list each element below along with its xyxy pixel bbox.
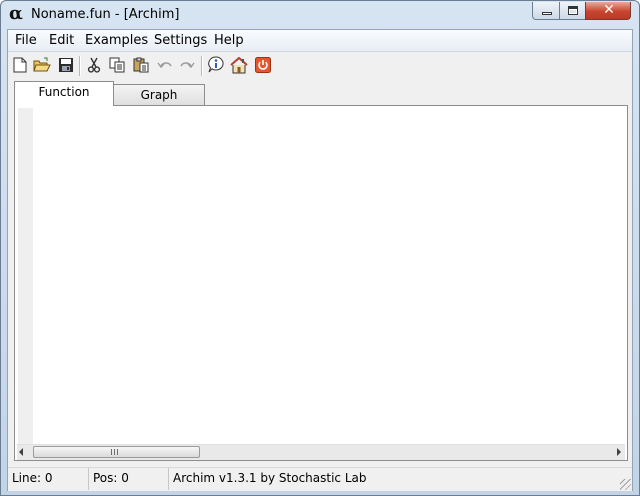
maximize-button[interactable] xyxy=(559,2,586,20)
scroll-left-icon[interactable] xyxy=(19,448,23,456)
window-title: Noname.fun - [Archim] xyxy=(31,7,180,22)
scroll-right-icon[interactable] xyxy=(617,448,621,456)
grip-icon xyxy=(111,449,119,455)
menu-help[interactable]: Help xyxy=(214,33,244,48)
menu-examples[interactable]: Examples xyxy=(85,33,148,48)
tab-function[interactable]: Function xyxy=(14,81,114,106)
close-button[interactable]: ✕ xyxy=(585,2,631,20)
save-icon[interactable] xyxy=(57,56,75,74)
menu-settings[interactable]: Settings xyxy=(154,33,207,48)
minimize-button[interactable] xyxy=(532,2,560,20)
scrollbar-thumb[interactable] xyxy=(33,446,200,458)
menu-bar: File Edit Examples Settings Help xyxy=(8,30,632,52)
resize-grip-icon[interactable] xyxy=(620,479,631,490)
status-bar: Line: 0 Pos: 0 Archim v1.3.1 by Stochast… xyxy=(8,467,632,491)
title-bar[interactable]: α Noname.fun - [Archim] ✕ xyxy=(1,1,639,29)
status-info: Archim v1.3.1 by Stochastic Lab xyxy=(173,471,367,485)
info-icon[interactable] xyxy=(207,56,225,74)
copy-icon[interactable] xyxy=(108,56,126,74)
toolbar-separator xyxy=(201,56,203,76)
function-editor[interactable] xyxy=(33,108,625,444)
close-icon: ✕ xyxy=(603,2,615,18)
function-panel xyxy=(14,105,628,461)
toolbar xyxy=(8,52,632,78)
horizontal-scrollbar[interactable] xyxy=(17,444,625,460)
app-alpha-icon[interactable]: α xyxy=(9,4,27,24)
open-folder-icon[interactable] xyxy=(33,56,51,74)
app-window: α Noname.fun - [Archim] ✕ File Edit Exam… xyxy=(0,0,640,496)
client-area: File Edit Examples Settings Help Graph F… xyxy=(7,29,633,491)
redo-icon[interactable] xyxy=(178,56,196,74)
status-pos: Pos: 0 xyxy=(89,468,169,490)
tab-graph[interactable]: Graph xyxy=(113,84,205,106)
status-line: Line: 0 xyxy=(8,468,89,490)
undo-icon[interactable] xyxy=(156,56,174,74)
editor-gutter xyxy=(18,108,33,444)
new-file-icon[interactable] xyxy=(11,56,29,74)
toolbar-separator xyxy=(79,56,81,76)
home-icon[interactable] xyxy=(230,56,248,74)
menu-edit[interactable]: Edit xyxy=(49,33,74,48)
cut-icon[interactable] xyxy=(85,56,103,74)
paste-icon[interactable] xyxy=(132,56,150,74)
power-icon[interactable] xyxy=(254,56,272,74)
menu-file[interactable]: File xyxy=(15,33,37,48)
